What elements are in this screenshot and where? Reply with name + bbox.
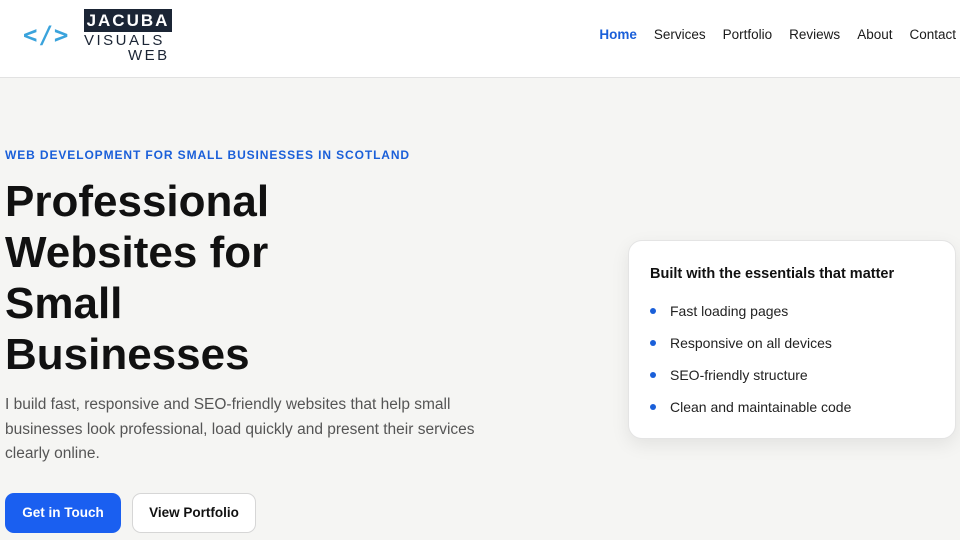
nav-reviews[interactable]: Reviews bbox=[789, 26, 840, 44]
nav-portfolio[interactable]: Portfolio bbox=[723, 26, 773, 44]
list-item: Fast loading pages bbox=[650, 301, 851, 333]
list-item: Clean and maintainable code bbox=[650, 397, 851, 429]
list-item: SEO-friendly structure bbox=[650, 365, 851, 397]
essentials-card: Built with the essentials that matter Fa… bbox=[628, 240, 956, 439]
code-brackets-icon: </> bbox=[23, 21, 70, 49]
bullet-icon bbox=[650, 308, 656, 314]
bullet-icon bbox=[650, 404, 656, 410]
essentials-card-title: Built with the essentials that matter bbox=[650, 266, 895, 282]
main-nav: Home Services Portfolio Reviews About Co… bbox=[582, 26, 956, 44]
get-in-touch-button[interactable]: Get in Touch bbox=[5, 493, 121, 533]
nav-about[interactable]: About bbox=[857, 26, 892, 44]
logo-wordmark-top: JACUBA bbox=[84, 9, 172, 32]
essentials-list: Fast loading pages Responsive on all dev… bbox=[650, 301, 851, 429]
list-item: Responsive on all devices bbox=[650, 333, 851, 365]
list-item-label: Clean and maintainable code bbox=[670, 399, 852, 415]
list-item-label: Fast loading pages bbox=[670, 303, 789, 319]
site-header: </> JACUBA VISUALS WEB Home Services Por… bbox=[0, 0, 960, 78]
logo-wordmark-bottom: WEB bbox=[128, 47, 170, 64]
nav-home[interactable]: Home bbox=[599, 26, 637, 44]
hero-eyebrow: WEB DEVELOPMENT FOR SMALL BUSINESSES IN … bbox=[5, 148, 410, 162]
list-item-label: SEO-friendly structure bbox=[670, 367, 808, 383]
bullet-icon bbox=[650, 340, 656, 346]
view-portfolio-button[interactable]: View Portfolio bbox=[132, 493, 256, 533]
list-item-label: Responsive on all devices bbox=[670, 335, 832, 351]
hero-lead: I build fast, responsive and SEO-friendl… bbox=[5, 396, 475, 462]
bullet-icon bbox=[650, 372, 656, 378]
nav-contact[interactable]: Contact bbox=[909, 26, 956, 44]
nav-services[interactable]: Services bbox=[654, 26, 706, 44]
site-logo[interactable]: </> JACUBA VISUALS WEB bbox=[23, 9, 173, 64]
hero-title: Professional Websites for Small Business… bbox=[5, 177, 270, 379]
